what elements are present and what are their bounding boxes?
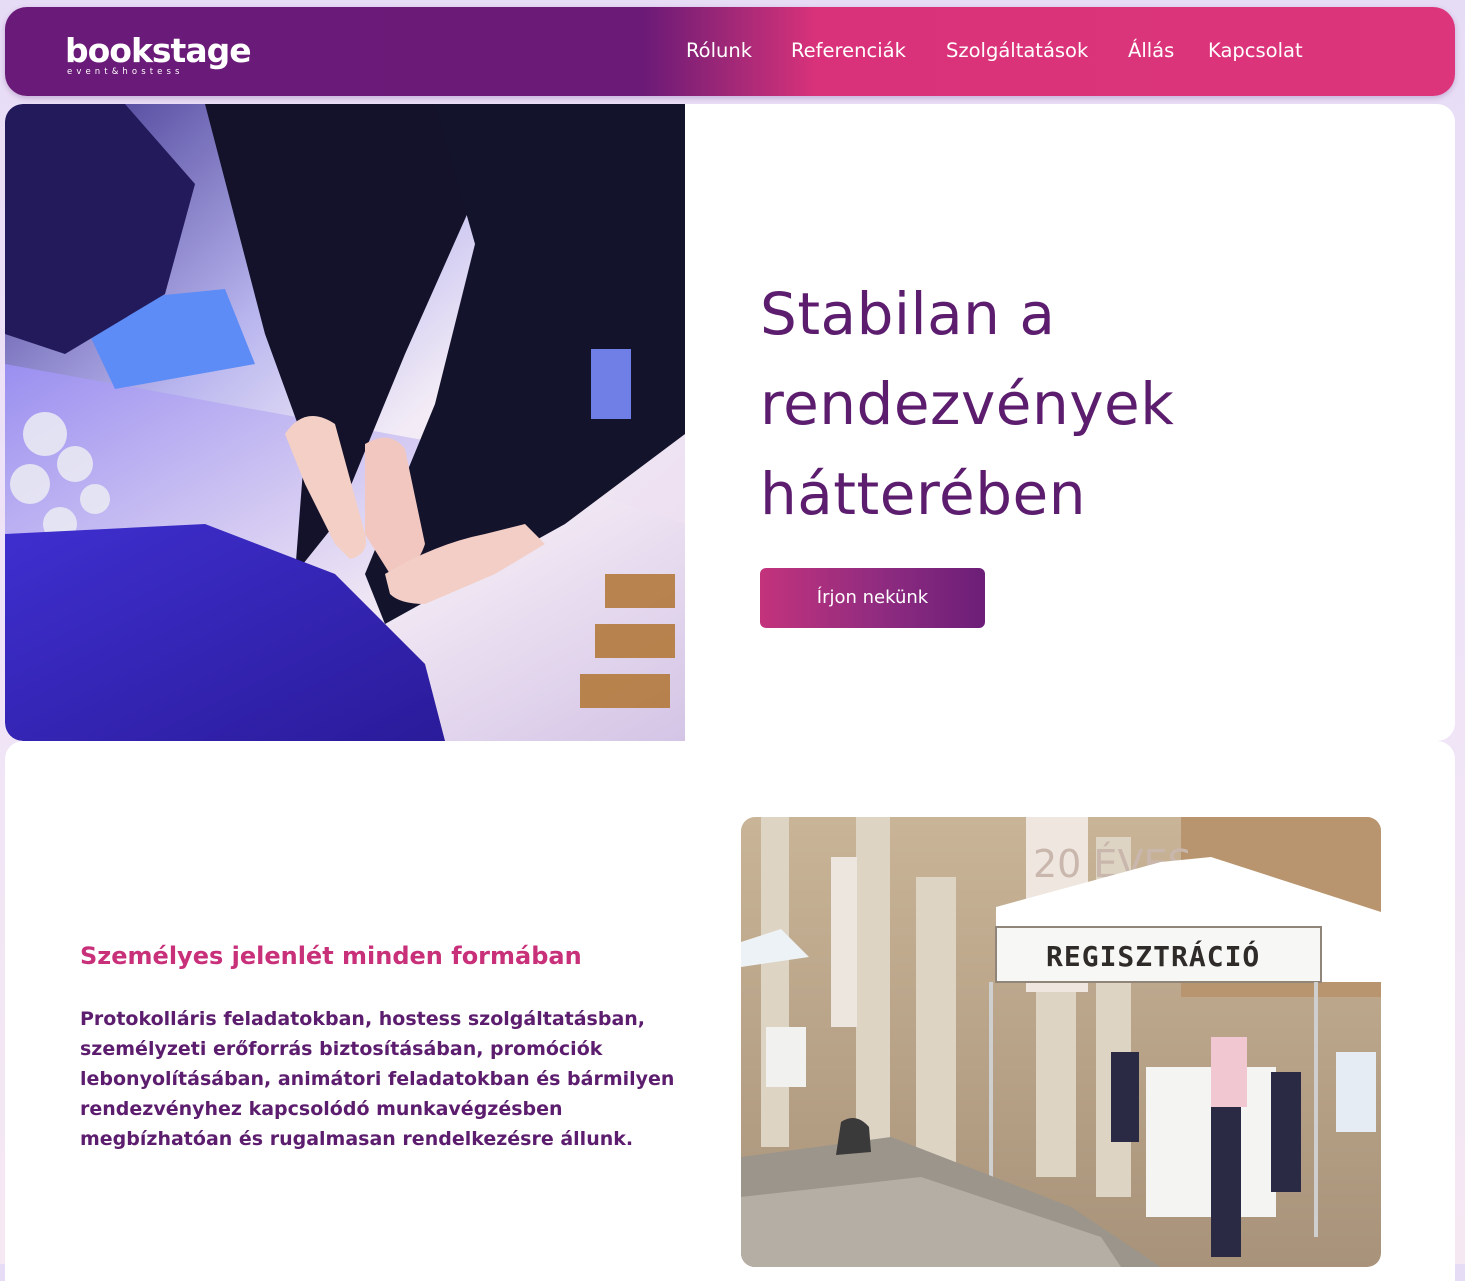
hero-title-line-2: rendezvények: [760, 370, 1175, 438]
hero-title-line-1: Stabilan a: [760, 280, 1056, 348]
hero-title: Stabilan a rendezvények hátterében: [760, 269, 1360, 539]
registration-sign: REGISZTRÁCIÓ: [1046, 939, 1260, 973]
section-heading: Személyes jelenlét minden formában: [80, 942, 582, 970]
hero-title-line-3: hátterében: [760, 460, 1086, 528]
logo-subtitle: event&hostess: [67, 67, 184, 77]
section-description: Protokolláris feladatokban, hostess szol…: [80, 1008, 675, 1150]
write-to-us-button[interactable]: Írjon nekünk: [760, 568, 985, 628]
services-section: Személyes jelenlét minden formában Proto…: [5, 741, 1455, 1281]
logo-wordmark: bookstage: [65, 31, 252, 70]
nav-item-allas[interactable]: Állás: [1128, 37, 1174, 65]
nav-item-szolgaltatasok[interactable]: Szolgáltatások: [946, 37, 1088, 65]
hero-photo: [5, 104, 685, 741]
registration-tent-photo: 20 ÉVES REGISZTRÁCIÓ: [741, 817, 1381, 1267]
brand-logo[interactable]: bookstage event&hostess: [65, 33, 255, 79]
nav-item-kapcsolat[interactable]: Kapcsolat: [1208, 37, 1303, 65]
nav-item-referenciak[interactable]: Referenciák: [791, 37, 906, 65]
site-header: bookstage event&hostess Rólunk Referenci…: [5, 7, 1455, 96]
nav-item-rolunk[interactable]: Rólunk: [686, 37, 752, 65]
hero-section: Stabilan a rendezvények hátterében Írjon…: [5, 104, 1455, 741]
